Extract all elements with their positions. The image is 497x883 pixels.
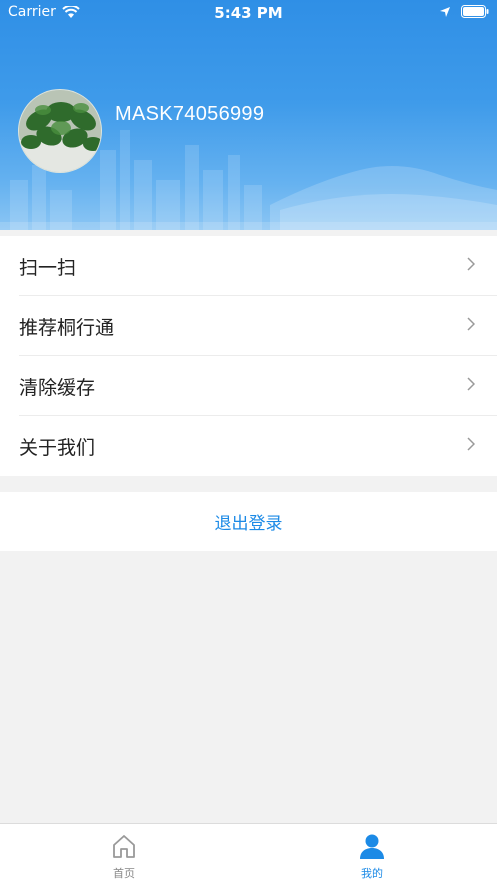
menu-item-label: 清除缓存	[19, 376, 96, 399]
logout-button[interactable]: 退出登录	[0, 492, 497, 551]
menu-item-label: 扫一扫	[19, 256, 77, 279]
settings-menu: 扫一扫 推荐桐行通 清除缓存 关于我们	[0, 236, 497, 476]
tab-label: 我的	[361, 867, 383, 880]
menu-item-scan[interactable]: 扫一扫	[0, 236, 497, 296]
avatar[interactable]	[18, 89, 102, 173]
location-arrow-icon	[440, 6, 450, 17]
status-bar: Carrier 5:43 PM	[0, 0, 497, 26]
menu-item-label: 推荐桐行通	[19, 316, 115, 339]
chevron-right-icon	[467, 377, 475, 391]
chevron-right-icon	[467, 317, 475, 331]
person-icon	[360, 834, 384, 859]
menu-item-recommend[interactable]: 推荐桐行通	[0, 296, 497, 356]
menu-item-about[interactable]: 关于我们	[0, 416, 497, 476]
menu-item-label: 关于我们	[19, 436, 96, 459]
clock: 5:43 PM	[214, 4, 283, 22]
home-icon	[113, 835, 135, 858]
chevron-right-icon	[467, 437, 475, 451]
logout-label: 退出登录	[214, 514, 283, 534]
plant-photo-icon	[19, 90, 101, 172]
username: MASK74056999	[115, 103, 265, 125]
chevron-right-icon	[467, 257, 475, 271]
menu-item-clear-cache[interactable]: 清除缓存	[0, 356, 497, 416]
battery-icon	[461, 5, 489, 18]
tab-mine[interactable]: 我的	[337, 832, 407, 881]
tab-bar: 首页 我的	[0, 823, 497, 883]
tab-label: 首页	[113, 867, 135, 880]
tab-home[interactable]: 首页	[89, 832, 159, 881]
